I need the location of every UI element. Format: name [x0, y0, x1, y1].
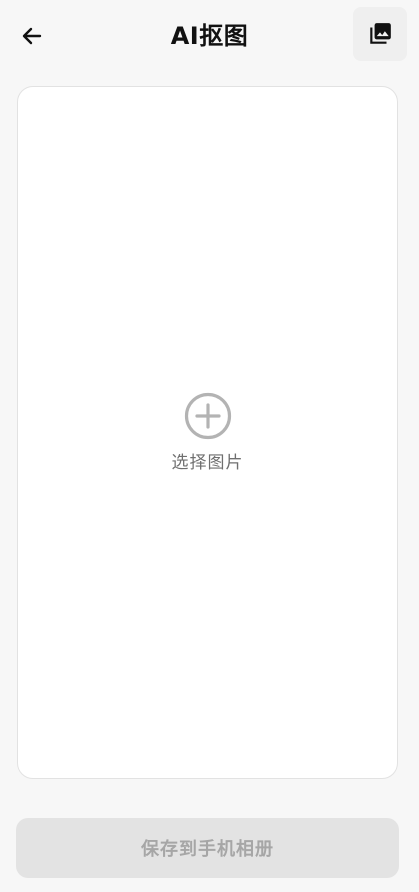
select-image-button[interactable]: 选择图片	[18, 392, 397, 473]
photo-library-icon	[370, 23, 391, 44]
top-bar: AI抠图	[0, 0, 419, 72]
image-canvas: 选择图片	[17, 86, 398, 779]
gallery-button[interactable]	[353, 7, 407, 61]
select-image-label: 选择图片	[171, 453, 244, 473]
add-circle-icon	[184, 392, 231, 440]
save-to-album-button[interactable]: 保存到手机相册	[16, 818, 399, 878]
